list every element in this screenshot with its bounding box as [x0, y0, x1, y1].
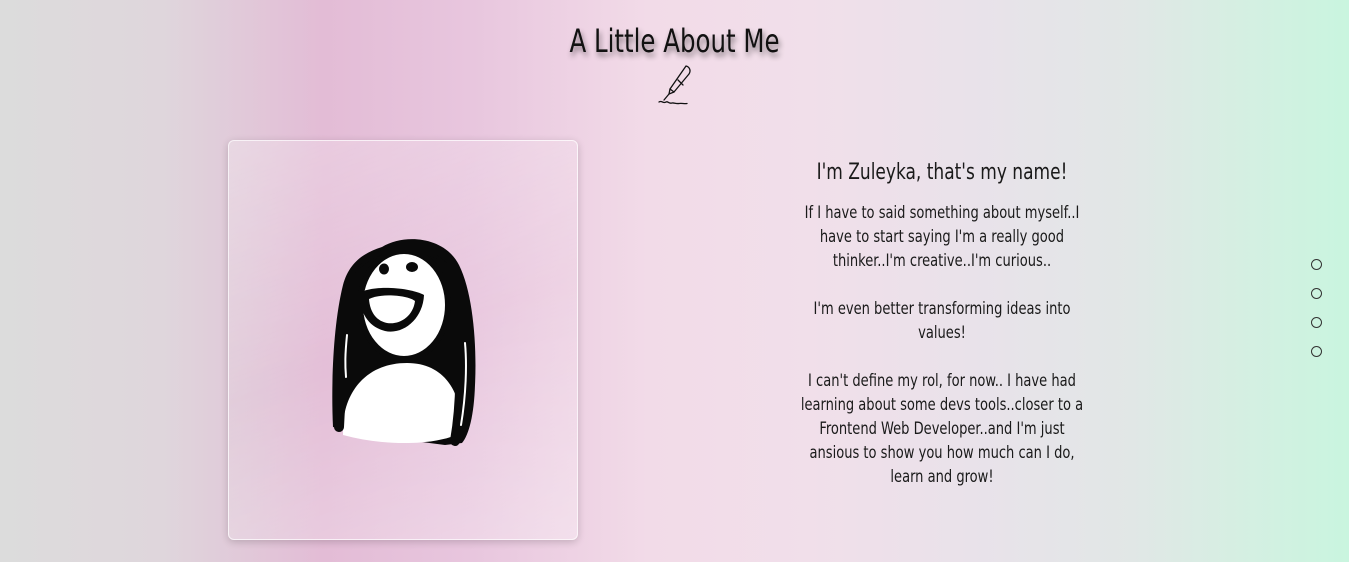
section-nav-dot-3[interactable]	[1311, 317, 1322, 328]
bio-paragraph: If I have to said something about myself…	[804, 203, 1080, 270]
page-title: A Little About Me	[569, 22, 780, 60]
bio-paragraph: I'm even better transforming ideas into …	[813, 299, 1071, 342]
fountain-pen-icon	[658, 65, 691, 105]
section-nav-dots	[1311, 259, 1323, 375]
section-nav-dot-4[interactable]	[1311, 346, 1322, 357]
bio-heading: I'm Zuleyka, that's my name!	[816, 160, 1068, 185]
profile-photo-card	[228, 140, 578, 540]
section-nav-dot-1[interactable]	[1311, 259, 1322, 270]
section-nav-dot-2[interactable]	[1311, 288, 1322, 299]
smiling-girl-doodle-icon	[332, 239, 476, 446]
bio-section: I'm Zuleyka, that's my name! If I have t…	[780, 160, 1104, 513]
bio-paragraph: I can't define my rol, for now.. I have …	[800, 371, 1084, 486]
